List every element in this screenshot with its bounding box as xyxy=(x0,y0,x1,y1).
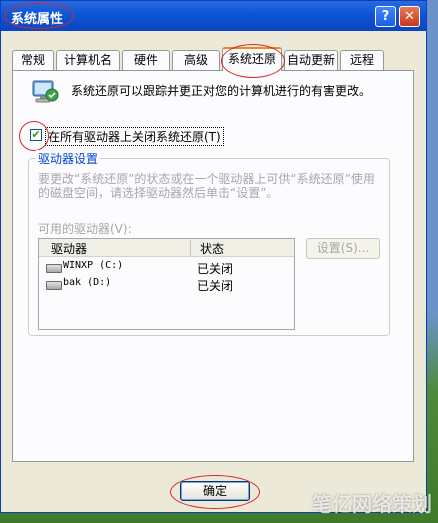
tab-automatic-updates[interactable]: 自动更新 xyxy=(284,50,338,70)
drive-name: WINXP (C:) xyxy=(63,260,124,271)
drive-settings-title: 驱动器设置 xyxy=(36,150,101,167)
disable-restore-label[interactable]: 在所有驱动器上关闭系统还原(T) xyxy=(45,127,224,146)
help-button[interactable]: ? xyxy=(375,6,396,27)
drives-list-header: 驱动器 状态 xyxy=(39,239,294,257)
annotation-circle-checkbox xyxy=(19,121,49,151)
tab-computer-name[interactable]: 计算机名 xyxy=(56,50,120,70)
intro-text: 系统还原可以跟踪并更正对您的计算机进行的有害更改。 xyxy=(71,84,372,98)
tab-remote[interactable]: 远程 xyxy=(340,50,384,70)
column-status[interactable]: 状态 xyxy=(200,240,224,257)
available-drives-label: 可用的驱动器(V): xyxy=(38,222,132,236)
column-drive[interactable]: 驱动器 xyxy=(51,240,87,257)
tab-advanced[interactable]: 高级 xyxy=(172,50,220,70)
column-divider[interactable] xyxy=(190,240,191,256)
drives-list[interactable]: 驱动器 状态 WINXP (C:) 已关闭 bak (D:) 已关闭 xyxy=(38,238,295,330)
drive-status: 已关闭 xyxy=(197,279,234,293)
list-item[interactable]: WINXP (C:) 已关闭 xyxy=(39,260,294,276)
annotation-circle-ok xyxy=(170,475,260,509)
annotation-circle-tab xyxy=(221,44,285,78)
drive-name: bak (D:) xyxy=(63,277,112,288)
system-restore-icon xyxy=(32,80,59,103)
tab-hardware[interactable]: 硬件 xyxy=(122,50,170,70)
drive-settings-description: 要更改“系统还原”的状态或在一个驱动器上可供“系统还原”使用的磁盘空间，请选择驱… xyxy=(38,172,375,200)
tab-general[interactable]: 常规 xyxy=(12,50,54,70)
drive-status: 已关闭 xyxy=(197,262,234,276)
hard-drive-icon xyxy=(46,281,62,290)
watermark: 笔亿网络策划 xyxy=(312,492,432,516)
hard-drive-icon xyxy=(46,264,62,273)
annotation-circle-title xyxy=(4,3,74,29)
list-item[interactable]: bak (D:) 已关闭 xyxy=(39,277,294,293)
settings-button[interactable]: 设置(S)... xyxy=(306,238,380,259)
close-button[interactable]: ✕ xyxy=(399,6,420,27)
